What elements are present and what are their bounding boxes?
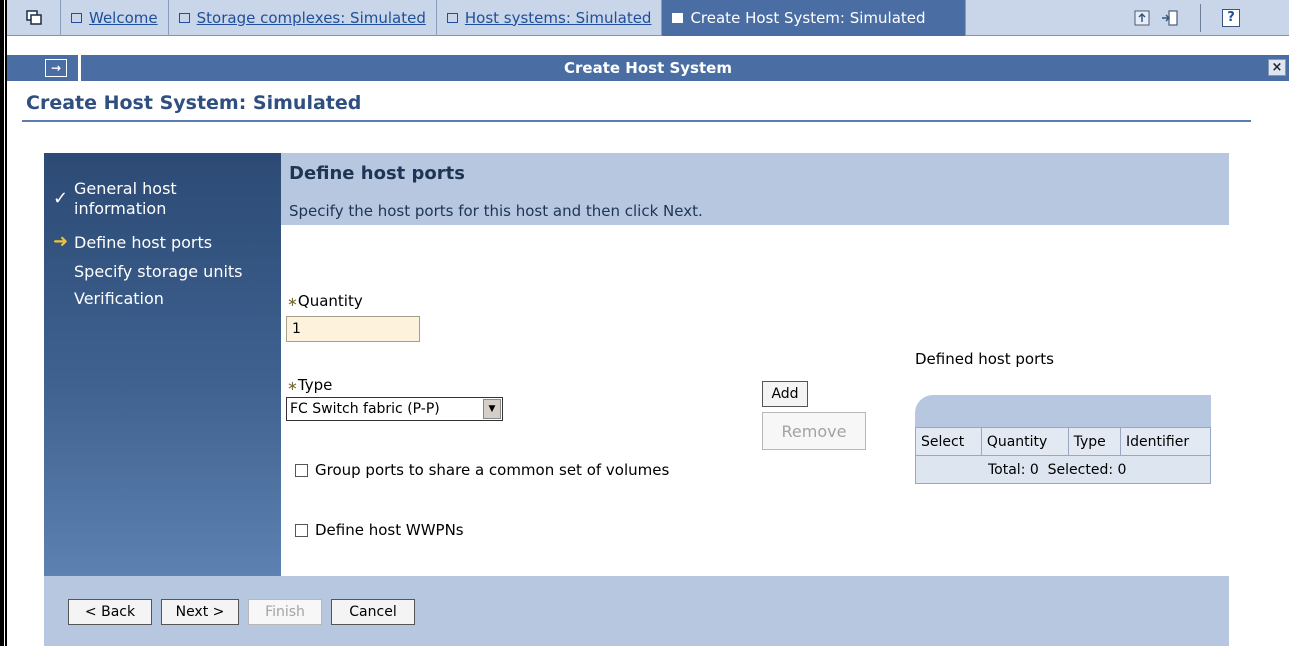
portlet-title-bar: → Create Host System × <box>7 55 1289 81</box>
table-header-row: Select Quantity Type Identifier <box>915 427 1211 456</box>
window-title: Create Host System <box>564 59 732 77</box>
quantity-label-text: Quantity <box>297 292 363 310</box>
tab-create-host-system[interactable]: Create Host System: Simulated <box>662 0 967 36</box>
tab-host-systems[interactable]: Host systems: Simulated <box>437 0 663 36</box>
tab-bar: Welcome Storage complexes: Simulated Hos… <box>7 0 1289 36</box>
cancel-button[interactable]: Cancel <box>331 599 415 625</box>
title-divider <box>78 55 81 81</box>
wizard-steps-nav: ✓ General host information ➜ Define host… <box>44 153 281 576</box>
tab-page-icon <box>71 12 82 23</box>
wizard-footer: < Back Next > Finish Cancel <box>44 576 1229 646</box>
wizard-step-label: General host <box>74 179 177 198</box>
wizard-step-verification[interactable]: Verification <box>74 289 164 308</box>
windows-icon <box>25 9 42 25</box>
help-button[interactable]: ? <box>1217 4 1245 32</box>
wizard-step-specify-storage-units[interactable]: Specify storage units <box>74 262 243 281</box>
window-frame-left <box>0 0 4 646</box>
column-header-select[interactable]: Select <box>915 427 982 456</box>
wizard-step-label: Define host ports <box>74 233 213 252</box>
tab-label: Welcome <box>89 8 158 27</box>
logout-icon <box>1162 9 1178 26</box>
tab-label: Create Host System: Simulated <box>690 8 926 27</box>
type-label-text: Type <box>297 376 333 394</box>
defined-ports-grid: Select Quantity Type Identifier Total: 0… <box>915 427 1211 484</box>
defined-ports-table: Select Quantity Type Identifier Total: 0… <box>915 395 1211 486</box>
expand-button[interactable]: → <box>45 59 67 77</box>
tab-page-icon <box>446 12 458 23</box>
toolbar-separator <box>1200 3 1201 32</box>
window-frame-inner <box>5 0 7 646</box>
tab-page-icon <box>672 12 684 23</box>
tab-label: Storage complexes: Simulated <box>196 8 426 27</box>
column-header-identifier[interactable]: Identifier <box>1120 427 1211 456</box>
quantity-input[interactable] <box>286 316 420 342</box>
close-icon: × <box>1271 60 1283 75</box>
define-wwpn-checkbox[interactable] <box>295 523 308 537</box>
quantity-label: ∗Quantity <box>287 292 363 310</box>
window-switcher-button[interactable] <box>7 0 61 36</box>
define-wwpn-label: Define host WWPNs <box>315 521 464 539</box>
section-instructions: Specify the host ports for this host and… <box>289 202 703 220</box>
table-summary: Total: 0 Selected: 0 <box>915 455 1211 484</box>
tab-welcome[interactable]: Welcome <box>61 0 169 36</box>
close-button[interactable]: × <box>1268 59 1286 76</box>
wizard: ✓ General host information ➜ Define host… <box>44 153 1229 646</box>
wizard-step-label: Specify storage units <box>74 262 243 281</box>
table-header-tab <box>915 395 1211 427</box>
group-ports-checkbox[interactable] <box>295 463 308 477</box>
page-title: Create Host System: Simulated <box>26 92 362 114</box>
properties-button[interactable] <box>1128 4 1156 32</box>
type-select[interactable]: FC Switch fabric (P-P) ▼ <box>286 397 503 421</box>
required-icon: ∗ <box>287 379 298 394</box>
dropdown-arrow-icon: ▼ <box>483 399 501 419</box>
section-body: ∗Quantity ∗Type FC Switch fabric (P-P) ▼… <box>281 225 1229 576</box>
table-summary-row: Total: 0 Selected: 0 <box>915 455 1211 484</box>
required-icon: ∗ <box>287 295 298 310</box>
page-title-rule <box>22 120 1251 122</box>
help-icon-glyph: ? <box>1227 10 1235 25</box>
wizard-step-label: information <box>74 199 167 218</box>
add-button[interactable]: Add <box>762 381 808 407</box>
tab-label: Host systems: Simulated <box>464 8 652 27</box>
define-wwpn-option[interactable]: Define host WWPNs <box>295 521 464 539</box>
type-select-value: FC Switch fabric (P-P) <box>290 401 440 417</box>
properties-icon <box>1134 10 1150 25</box>
expand-icon: → <box>50 61 62 75</box>
type-label: ∗Type <box>287 376 332 394</box>
remove-button[interactable]: Remove <box>762 412 866 450</box>
arrow-right-icon: ➜ <box>53 231 69 252</box>
column-header-quantity[interactable]: Quantity <box>980 427 1069 456</box>
group-ports-option[interactable]: Group ports to share a common set of vol… <box>295 461 669 479</box>
back-button[interactable]: < Back <box>68 599 152 625</box>
next-button[interactable]: Next > <box>161 599 239 625</box>
section-title: Define host ports <box>289 163 465 184</box>
wizard-step-general-info[interactable]: ✓ General host information <box>53 179 177 219</box>
toolbar-right: ? <box>1128 0 1289 36</box>
tab-page-icon <box>178 12 190 23</box>
logout-button[interactable] <box>1156 4 1184 32</box>
finish-button[interactable]: Finish <box>248 599 322 625</box>
tab-storage-complexes[interactable]: Storage complexes: Simulated <box>169 0 437 36</box>
help-icon: ? <box>1222 8 1240 27</box>
wizard-step-label: Verification <box>74 289 164 308</box>
defined-ports-label: Defined host ports <box>915 350 1054 368</box>
column-header-type[interactable]: Type <box>1067 427 1122 456</box>
checkmark-icon: ✓ <box>53 188 69 209</box>
section-header: Define host ports Specify the host ports… <box>281 153 1229 225</box>
group-ports-label: Group ports to share a common set of vol… <box>315 461 670 479</box>
wizard-step-define-host-ports[interactable]: ➜ Define host ports <box>53 231 213 252</box>
